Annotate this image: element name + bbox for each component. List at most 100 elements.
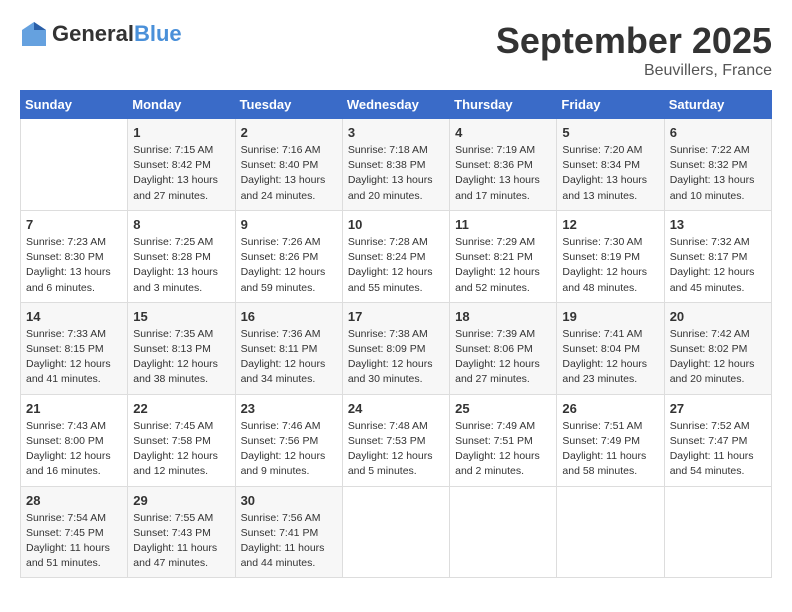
day-header-friday: Friday bbox=[557, 91, 664, 119]
day-info: Sunrise: 7:20 AMSunset: 8:34 PMDaylight:… bbox=[562, 143, 658, 204]
day-info: Sunrise: 7:45 AMSunset: 7:58 PMDaylight:… bbox=[133, 419, 229, 480]
calendar-cell: 28 Sunrise: 7:54 AMSunset: 7:45 PMDayligh… bbox=[21, 486, 128, 578]
calendar-cell: 17 Sunrise: 7:38 AMSunset: 8:09 PMDayligh… bbox=[342, 302, 449, 394]
calendar-cell bbox=[664, 486, 771, 578]
day-info: Sunrise: 7:26 AMSunset: 8:26 PMDaylight:… bbox=[241, 235, 337, 296]
calendar-header-row: SundayMondayTuesdayWednesdayThursdayFrid… bbox=[21, 91, 772, 119]
day-info: Sunrise: 7:32 AMSunset: 8:17 PMDaylight:… bbox=[670, 235, 766, 296]
day-number: 28 bbox=[26, 493, 122, 508]
day-number: 21 bbox=[26, 401, 122, 416]
calendar-cell: 22 Sunrise: 7:45 AMSunset: 7:58 PMDayligh… bbox=[128, 394, 235, 486]
calendar-cell: 11 Sunrise: 7:29 AMSunset: 8:21 PMDayligh… bbox=[450, 210, 557, 302]
calendar-cell: 20 Sunrise: 7:42 AMSunset: 8:02 PMDayligh… bbox=[664, 302, 771, 394]
day-number: 24 bbox=[348, 401, 444, 416]
day-number: 5 bbox=[562, 125, 658, 140]
calendar-week-row: 1 Sunrise: 7:15 AMSunset: 8:42 PMDaylight… bbox=[21, 119, 772, 211]
day-header-saturday: Saturday bbox=[664, 91, 771, 119]
day-info: Sunrise: 7:35 AMSunset: 8:13 PMDaylight:… bbox=[133, 327, 229, 388]
calendar-cell: 12Sunrise: 7:30 AMSunset: 8:19 PMDayligh… bbox=[557, 210, 664, 302]
day-info: Sunrise: 7:49 AMSunset: 7:51 PMDaylight:… bbox=[455, 419, 551, 480]
day-number: 12 bbox=[562, 217, 658, 232]
day-number: 23 bbox=[241, 401, 337, 416]
day-header-thursday: Thursday bbox=[450, 91, 557, 119]
day-header-sunday: Sunday bbox=[21, 91, 128, 119]
logo-blue: Blue bbox=[134, 21, 182, 46]
calendar-week-row: 28 Sunrise: 7:54 AMSunset: 7:45 PMDayligh… bbox=[21, 486, 772, 578]
location: Beuvillers, France bbox=[496, 62, 772, 80]
day-number: 15 bbox=[133, 309, 229, 324]
calendar-cell bbox=[21, 119, 128, 211]
day-info: Sunrise: 7:43 AMSunset: 8:00 PMDaylight:… bbox=[26, 419, 122, 480]
calendar-cell bbox=[450, 486, 557, 578]
day-number: 19 bbox=[562, 309, 658, 324]
day-info: Sunrise: 7:19 AMSunset: 8:36 PMDaylight:… bbox=[455, 143, 551, 204]
calendar-cell: 21 Sunrise: 7:43 AMSunset: 8:00 PMDayligh… bbox=[21, 394, 128, 486]
day-number: 11 bbox=[455, 217, 551, 232]
calendar-cell: 18 Sunrise: 7:39 AMSunset: 8:06 PMDayligh… bbox=[450, 302, 557, 394]
day-info: Sunrise: 7:28 AMSunset: 8:24 PMDaylight:… bbox=[348, 235, 444, 296]
calendar-table: SundayMondayTuesdayWednesdayThursdayFrid… bbox=[20, 90, 772, 578]
calendar-cell: 6Sunrise: 7:22 AMSunset: 8:32 PMDaylight… bbox=[664, 119, 771, 211]
day-info: Sunrise: 7:16 AMSunset: 8:40 PMDaylight:… bbox=[241, 143, 337, 204]
day-info: Sunrise: 7:15 AMSunset: 8:42 PMDaylight:… bbox=[133, 143, 229, 204]
day-info: Sunrise: 7:56 AMSunset: 7:41 PMDaylight:… bbox=[241, 511, 337, 572]
day-info: Sunrise: 7:52 AMSunset: 7:47 PMDaylight:… bbox=[670, 419, 766, 480]
day-info: Sunrise: 7:54 AMSunset: 7:45 PMDaylight:… bbox=[26, 511, 122, 572]
calendar-cell: 7 Sunrise: 7:23 AMSunset: 8:30 PMDaylight… bbox=[21, 210, 128, 302]
calendar-cell: 26 Sunrise: 7:51 AMSunset: 7:49 PMDayligh… bbox=[557, 394, 664, 486]
day-info: Sunrise: 7:38 AMSunset: 8:09 PMDaylight:… bbox=[348, 327, 444, 388]
day-info: Sunrise: 7:23 AMSunset: 8:30 PMDaylight:… bbox=[26, 235, 122, 296]
day-number: 26 bbox=[562, 401, 658, 416]
day-header-wednesday: Wednesday bbox=[342, 91, 449, 119]
calendar-cell: 13 Sunrise: 7:32 AMSunset: 8:17 PMDayligh… bbox=[664, 210, 771, 302]
day-header-tuesday: Tuesday bbox=[235, 91, 342, 119]
day-number: 10 bbox=[348, 217, 444, 232]
day-number: 7 bbox=[26, 217, 122, 232]
day-number: 2 bbox=[241, 125, 337, 140]
calendar-cell: 25Sunrise: 7:49 AMSunset: 7:51 PMDayligh… bbox=[450, 394, 557, 486]
day-info: Sunrise: 7:29 AMSunset: 8:21 PMDaylight:… bbox=[455, 235, 551, 296]
calendar-cell: 23 Sunrise: 7:46 AMSunset: 7:56 PMDayligh… bbox=[235, 394, 342, 486]
day-number: 3 bbox=[348, 125, 444, 140]
day-info: Sunrise: 7:55 AMSunset: 7:43 PMDaylight:… bbox=[133, 511, 229, 572]
calendar-cell bbox=[342, 486, 449, 578]
day-header-monday: Monday bbox=[128, 91, 235, 119]
day-number: 14 bbox=[26, 309, 122, 324]
day-info: Sunrise: 7:51 AMSunset: 7:49 PMDaylight:… bbox=[562, 419, 658, 480]
calendar-cell: 27Sunrise: 7:52 AMSunset: 7:47 PMDayligh… bbox=[664, 394, 771, 486]
logo: GeneralBlue bbox=[20, 20, 182, 48]
day-number: 9 bbox=[241, 217, 337, 232]
logo-general: General bbox=[52, 21, 134, 46]
day-number: 13 bbox=[670, 217, 766, 232]
calendar-week-row: 14Sunrise: 7:33 AMSunset: 8:15 PMDayligh… bbox=[21, 302, 772, 394]
logo-icon bbox=[20, 20, 48, 48]
calendar-cell: 14Sunrise: 7:33 AMSunset: 8:15 PMDayligh… bbox=[21, 302, 128, 394]
logo-text: GeneralBlue bbox=[52, 21, 182, 47]
day-info: Sunrise: 7:18 AMSunset: 8:38 PMDaylight:… bbox=[348, 143, 444, 204]
day-info: Sunrise: 7:46 AMSunset: 7:56 PMDaylight:… bbox=[241, 419, 337, 480]
day-number: 20 bbox=[670, 309, 766, 324]
day-info: Sunrise: 7:41 AMSunset: 8:04 PMDaylight:… bbox=[562, 327, 658, 388]
calendar-cell bbox=[557, 486, 664, 578]
calendar-cell: 10 Sunrise: 7:28 AMSunset: 8:24 PMDayligh… bbox=[342, 210, 449, 302]
calendar-cell: 1 Sunrise: 7:15 AMSunset: 8:42 PMDaylight… bbox=[128, 119, 235, 211]
calendar-cell: 8Sunrise: 7:25 AMSunset: 8:28 PMDaylight… bbox=[128, 210, 235, 302]
calendar-cell: 5 Sunrise: 7:20 AMSunset: 8:34 PMDaylight… bbox=[557, 119, 664, 211]
calendar-week-row: 7 Sunrise: 7:23 AMSunset: 8:30 PMDaylight… bbox=[21, 210, 772, 302]
day-number: 29 bbox=[133, 493, 229, 508]
day-number: 17 bbox=[348, 309, 444, 324]
day-info: Sunrise: 7:42 AMSunset: 8:02 PMDaylight:… bbox=[670, 327, 766, 388]
day-number: 6 bbox=[670, 125, 766, 140]
day-number: 1 bbox=[133, 125, 229, 140]
day-number: 18 bbox=[455, 309, 551, 324]
day-number: 22 bbox=[133, 401, 229, 416]
calendar-cell: 30Sunrise: 7:56 AMSunset: 7:41 PMDayligh… bbox=[235, 486, 342, 578]
day-number: 16 bbox=[241, 309, 337, 324]
calendar-week-row: 21 Sunrise: 7:43 AMSunset: 8:00 PMDayligh… bbox=[21, 394, 772, 486]
calendar-cell: 15 Sunrise: 7:35 AMSunset: 8:13 PMDayligh… bbox=[128, 302, 235, 394]
calendar-cell: 19 Sunrise: 7:41 AMSunset: 8:04 PMDayligh… bbox=[557, 302, 664, 394]
day-info: Sunrise: 7:39 AMSunset: 8:06 PMDaylight:… bbox=[455, 327, 551, 388]
calendar-cell: 16Sunrise: 7:36 AMSunset: 8:11 PMDayligh… bbox=[235, 302, 342, 394]
day-number: 8 bbox=[133, 217, 229, 232]
day-info: Sunrise: 7:48 AMSunset: 7:53 PMDaylight:… bbox=[348, 419, 444, 480]
